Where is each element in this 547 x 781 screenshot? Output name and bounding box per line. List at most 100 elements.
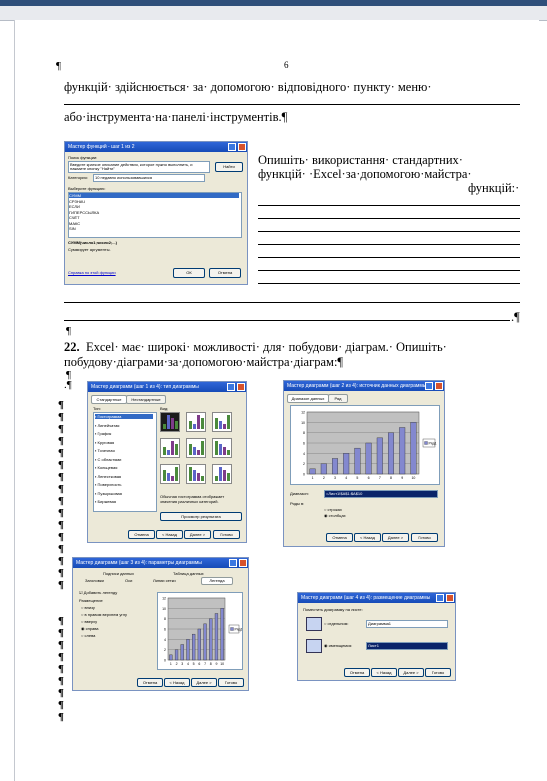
help-icon[interactable] <box>436 594 444 602</box>
chart-subtype-tile[interactable] <box>186 412 206 432</box>
find-button[interactable]: Найти <box>215 162 243 172</box>
help-link[interactable]: Справка по этой функции <box>68 270 116 275</box>
function-list-item[interactable]: ЕСЛИ <box>69 204 239 209</box>
function-list-item[interactable]: МАКС <box>69 221 239 226</box>
answer-line <box>258 244 520 245</box>
tab-axes[interactable]: Оси <box>125 578 132 583</box>
answer-line <box>258 270 520 271</box>
help-icon[interactable] <box>229 559 237 567</box>
chart-subtype-grid[interactable] <box>160 412 240 490</box>
help-icon[interactable] <box>425 382 433 390</box>
function-list-item[interactable]: СУММ <box>69 193 239 198</box>
cancel-button[interactable]: Отмена <box>326 533 353 542</box>
ok-button[interactable]: ОК <box>173 268 205 278</box>
close-icon[interactable] <box>239 559 247 567</box>
chart-type-item[interactable]: ▪ Лепестковая <box>95 474 153 479</box>
tab-standard[interactable]: Стандартные <box>91 395 127 404</box>
chart-type-item[interactable]: ▪ График <box>95 431 153 436</box>
cancel-button[interactable]: Отмена <box>344 668 370 677</box>
finish-button[interactable]: Готово <box>213 530 240 539</box>
legend-placement-option[interactable]: ◉ справа <box>81 626 99 631</box>
function-list-label: Выберите функцию: <box>68 186 106 191</box>
close-icon[interactable] <box>237 383 245 391</box>
chart-subtype-tile[interactable] <box>186 464 206 484</box>
chart-type-item[interactable]: ▪ Линейчатая <box>95 423 153 428</box>
chart-type-item[interactable]: ▪ Точечная <box>95 448 153 453</box>
chart-type-item[interactable]: ▪ Поверхность <box>95 482 153 487</box>
chart-type-item[interactable]: ▪ Биржевая <box>95 499 153 504</box>
help-icon[interactable] <box>227 383 235 391</box>
y-tick-label: 0 <box>303 473 305 477</box>
tab-data-labels[interactable]: Подписи данных <box>103 571 134 576</box>
close-icon[interactable] <box>435 382 443 390</box>
function-list-item[interactable]: SIN <box>69 226 239 231</box>
chart-subtype-tile[interactable] <box>212 464 232 484</box>
close-icon[interactable] <box>238 143 246 151</box>
next-button[interactable]: Далее > <box>382 533 409 542</box>
separate-sheet-input[interactable]: Диаграмма1 <box>366 620 448 628</box>
item-line-2: побудову·діаграми·за·допомогою·майстра·д… <box>64 355 344 369</box>
close-icon[interactable] <box>446 594 454 602</box>
preview-button[interactable]: Просмотр результата <box>160 512 242 521</box>
chart-subtype-tile[interactable] <box>212 438 232 458</box>
range-input[interactable]: =Лист1!$A$1:$A$10 <box>324 490 438 498</box>
radio-existing[interactable]: ◉ имеющемся: <box>324 643 352 648</box>
chart-subtype-tile[interactable] <box>160 464 180 484</box>
next-button[interactable]: Далее > <box>184 530 211 539</box>
radio-rows-label: строках <box>327 507 342 512</box>
back-button[interactable]: < Назад <box>371 668 397 677</box>
legend-placement-option[interactable]: ○ в правом верхнем углу <box>81 612 127 617</box>
chart-type-item[interactable]: ▪ Гистограмма <box>95 414 153 419</box>
function-list-item[interactable]: СРЗНАЧ <box>69 199 239 204</box>
chart-type-item[interactable]: ▪ Кольцевая <box>95 465 153 470</box>
cancel-button[interactable]: Отмена <box>128 530 155 539</box>
bar <box>309 468 316 475</box>
legend-placement-option[interactable]: ○ внизу <box>81 605 95 610</box>
tab-titles[interactable]: Заголовки <box>85 578 104 583</box>
pilcrow-mark: ¶ <box>58 639 64 651</box>
tab-series[interactable]: Ряд <box>328 394 348 403</box>
add-legend-checkbox[interactable]: ☑ Добавить легенду <box>79 590 117 595</box>
function-list-item[interactable]: СЧЁТ <box>69 215 239 220</box>
tab-gridlines[interactable]: Линии сетки <box>153 578 176 583</box>
legend-placement-option[interactable]: ○ слева <box>81 633 95 638</box>
finish-button[interactable]: Готово <box>218 678 244 687</box>
chart-type-item[interactable]: ▪ С областями <box>95 457 153 462</box>
tab-data-table[interactable]: Таблица данных <box>173 571 204 576</box>
y-tick-label: 12 <box>162 597 166 601</box>
back-button[interactable]: < Назад <box>164 678 190 687</box>
radio-separate[interactable]: ○ отдельном: <box>324 621 349 626</box>
chart-type-item[interactable]: ▪ Пузырьковая <box>95 491 153 496</box>
cancel-button[interactable]: Отмена <box>209 268 241 278</box>
chart-type-list[interactable]: ▪ Гистограмма ▪ Линейчатая ▪ График ▪ Круго… <box>93 412 157 512</box>
cancel-button[interactable]: Отмена <box>137 678 163 687</box>
finish-button[interactable]: Готово <box>425 668 451 677</box>
pilcrow-mark: ¶ <box>58 579 64 591</box>
category-select[interactable]: 10 недавно использовавшихся <box>93 174 205 182</box>
chart-subtype-tile[interactable] <box>160 412 180 432</box>
chart-subtype-tile[interactable] <box>212 412 232 432</box>
back-button[interactable]: < Назад <box>156 530 183 539</box>
tab-legend[interactable]: Легенда <box>201 577 233 585</box>
tab-data-range[interactable]: Диапазон данных <box>287 394 329 403</box>
radio-separate-label: отдельном: <box>327 621 349 626</box>
existing-sheet-select[interactable]: Лист1 <box>366 642 448 650</box>
chart-type-item[interactable]: ▪ Круговая <box>95 440 153 445</box>
tab-custom[interactable]: Нестандартные <box>126 395 166 404</box>
function-list-item[interactable]: ГИПЕРССЫЛКА <box>69 210 239 215</box>
radio-rows[interactable]: ○ строках <box>324 507 342 512</box>
bar-chart: 0246810121 2 3 4 5 6 7 8 9 10Ряд1 <box>301 411 437 481</box>
chart-subtype-tile[interactable] <box>186 438 206 458</box>
legend-placement-option[interactable]: ○ вверху <box>81 619 97 624</box>
type-label: Тип: <box>93 406 101 411</box>
function-list[interactable]: СУММ СРЗНАЧ ЕСЛИ ГИПЕРССЫЛКА СЧЁТ МАКС SIN <box>68 192 242 238</box>
radio-columns[interactable]: ◉ столбцах <box>324 513 346 518</box>
chart-subtype-tile[interactable] <box>160 438 180 458</box>
search-input[interactable]: Введите краткое описание действия, котор… <box>68 161 210 173</box>
tile-bar <box>219 421 222 429</box>
next-button[interactable]: Далее > <box>398 668 424 677</box>
back-button[interactable]: < Назад <box>354 533 381 542</box>
finish-button[interactable]: Готово <box>411 533 438 542</box>
help-icon[interactable] <box>228 143 236 151</box>
next-button[interactable]: Далее > <box>191 678 217 687</box>
